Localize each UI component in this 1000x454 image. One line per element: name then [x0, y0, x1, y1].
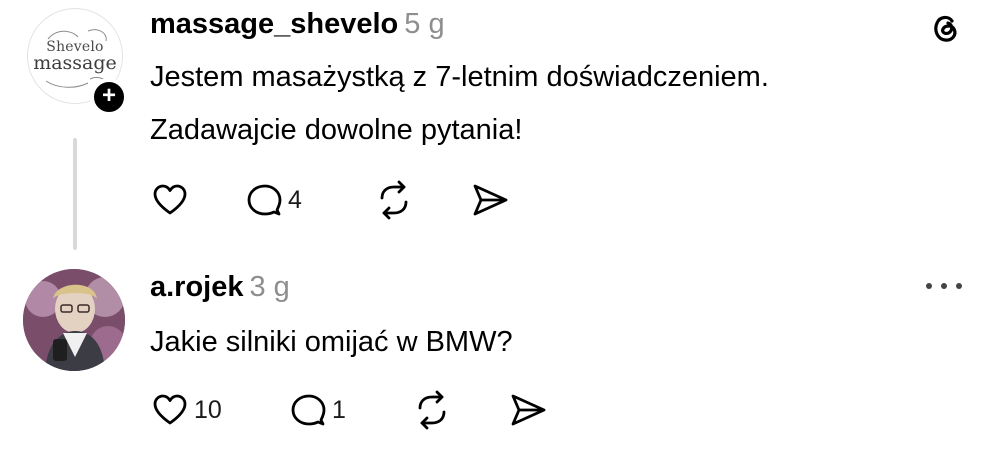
- like-button[interactable]: [150, 180, 190, 220]
- repost-button[interactable]: [374, 180, 414, 220]
- thread-connector-line: [73, 138, 77, 250]
- like-count: 10: [194, 395, 222, 424]
- post-time: 5 g: [404, 8, 445, 40]
- comment-icon: [291, 394, 326, 426]
- post-header: a.rojek 3 g: [150, 271, 290, 304]
- comment-icon: [247, 184, 282, 216]
- avatar[interactable]: [23, 269, 125, 371]
- profile-photo-icon: [23, 269, 125, 371]
- post-text-line-2: Zadawajcie dowolne pytania!: [150, 114, 523, 146]
- post-1: Shevelo massage + massage_shevelo 5 g Jes…: [0, 0, 1000, 260]
- share-button[interactable]: [508, 390, 548, 430]
- post-time: 3 g: [249, 271, 290, 303]
- heart-icon: [153, 184, 187, 215]
- logo-text-main: massage: [33, 52, 117, 74]
- post-text-line-1: Jakie silniki omijać w BMW?: [150, 326, 513, 358]
- post-text-line-1: Jestem masażystką z 7-letnim doświadczen…: [150, 61, 769, 93]
- repost-icon: [380, 180, 408, 220]
- share-button[interactable]: [470, 180, 510, 220]
- dot: [926, 283, 932, 289]
- repost-icon: [418, 390, 446, 430]
- username[interactable]: massage_shevelo: [150, 8, 398, 40]
- threads-logo-icon[interactable]: [925, 8, 965, 48]
- reply-button[interactable]: 1: [288, 390, 346, 430]
- reply-count: 1: [332, 395, 346, 424]
- more-options-icon[interactable]: [926, 280, 962, 292]
- like-button[interactable]: 10: [150, 390, 222, 430]
- follow-plus-icon[interactable]: +: [90, 78, 128, 116]
- reply-button[interactable]: 4: [244, 180, 302, 220]
- send-icon: [511, 394, 546, 426]
- dot: [956, 283, 962, 289]
- dot: [941, 283, 947, 289]
- heart-icon: [153, 394, 187, 425]
- repost-button[interactable]: [412, 390, 452, 430]
- reply-count: 4: [288, 185, 302, 214]
- username[interactable]: a.rojek: [150, 271, 244, 303]
- post-header: massage_shevelo 5 g: [150, 8, 445, 41]
- send-icon: [473, 184, 508, 216]
